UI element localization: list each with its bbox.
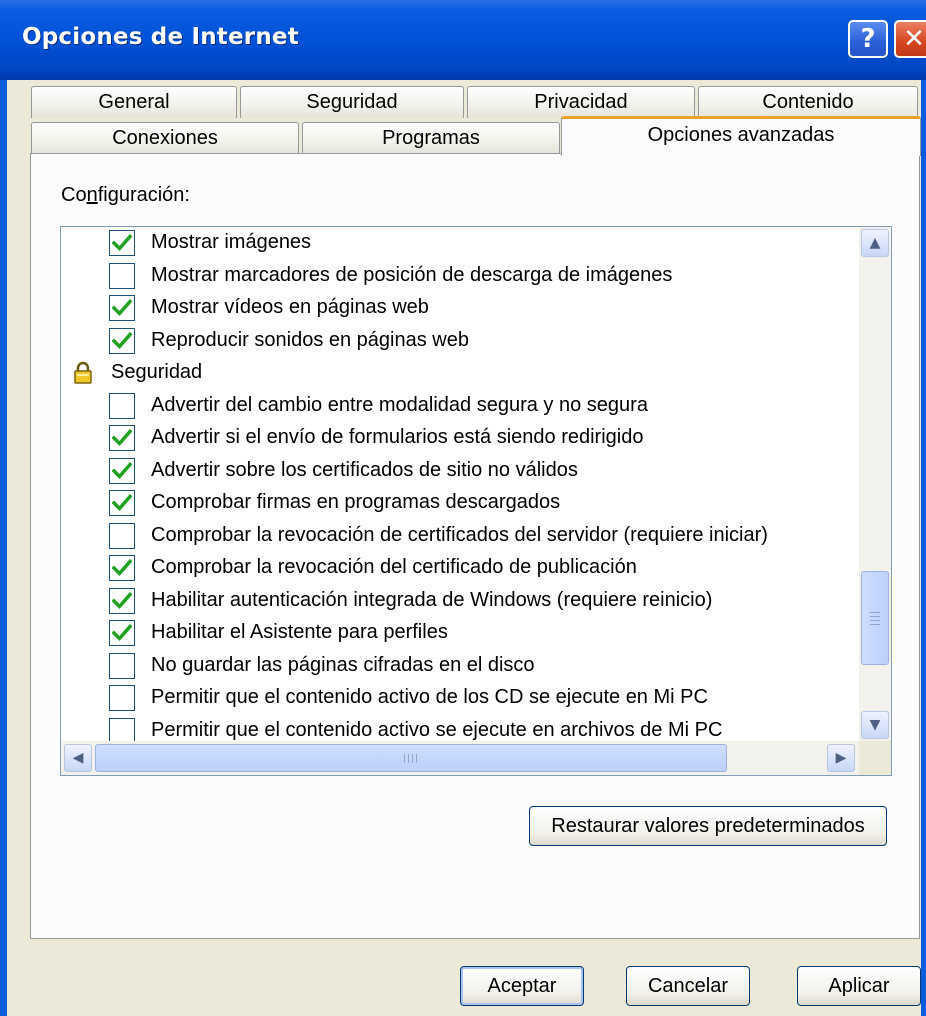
tab-conexiones[interactable]: Conexiones: [31, 122, 299, 154]
checkbox-checked[interactable]: [109, 555, 135, 581]
check-icon: [112, 429, 132, 447]
chevron-right-icon: ▶: [835, 750, 847, 766]
cancel-button[interactable]: Cancelar: [626, 966, 750, 1006]
scroll-up-button[interactable]: ▲: [861, 229, 889, 257]
setting-label: Comprobar la revocación del certificado …: [151, 556, 637, 578]
setting-label: Permitir que el contenido activo de los …: [151, 686, 708, 708]
tab-programas[interactable]: Programas: [302, 122, 560, 154]
vertical-scroll-thumb[interactable]: [861, 571, 889, 665]
chevron-up-icon: ▲: [869, 235, 881, 251]
check-icon: [112, 591, 132, 609]
grip-line: [416, 754, 417, 763]
setting-label: Advertir del cambio entre modalidad segu…: [151, 393, 648, 416]
checkbox-unchecked[interactable]: [109, 392, 135, 419]
setting-label: Comprobar firmas en programas descargado…: [151, 491, 561, 513]
vertical-scrollbar[interactable]: ▲ ▼: [859, 227, 891, 741]
grip-line: [870, 612, 880, 613]
checkbox-checked[interactable]: [109, 425, 135, 451]
help-button[interactable]: ?: [848, 20, 888, 58]
checkbox-checked[interactable]: [109, 327, 135, 354]
setting-label: Mostrar imágenes: [151, 231, 312, 253]
setting-label: Advertir sobre los certificados de sitio…: [151, 458, 578, 481]
ok-button[interactable]: Aceptar: [460, 966, 584, 1006]
ok-label: Aceptar: [487, 974, 557, 997]
cancel-label: Cancelar: [647, 974, 729, 997]
setting-label: Comprobar la revocación de certificados …: [151, 523, 768, 546]
grip-line: [870, 620, 880, 621]
apply-button[interactable]: Aplicar: [797, 966, 921, 1006]
tab-opciones-avanzadas[interactable]: Opciones avanzadas: [561, 116, 921, 156]
checkbox-checked[interactable]: [109, 587, 135, 614]
scroll-left-button[interactable]: ◀: [64, 744, 92, 772]
check-icon: [112, 299, 132, 317]
title-bar[interactable]: Opciones de Internet ? ✕: [0, 0, 926, 80]
advanced-options-panel: Configuración: Mostrar imágenes Mostrar m…: [30, 153, 920, 939]
scroll-right-button[interactable]: ▶: [827, 744, 855, 772]
checkbox-unchecked[interactable]: [109, 652, 135, 679]
setting-label: No guardar las páginas cifradas en el di…: [151, 653, 535, 676]
tab-label: General: [98, 91, 170, 113]
window-title: Opciones de Internet: [22, 24, 299, 50]
tab-label: Conexiones: [112, 127, 218, 149]
close-button[interactable]: ✕: [894, 20, 926, 58]
restore-defaults-button[interactable]: Restaurar valores predeterminados: [529, 806, 887, 846]
configuration-label: Configuración:: [61, 184, 190, 206]
help-icon: ?: [860, 24, 876, 54]
checkbox-unchecked[interactable]: [109, 522, 135, 549]
check-icon: [112, 234, 132, 252]
horizontal-scrollbar[interactable]: ◀ ▶: [61, 741, 891, 775]
category-label: Seguridad: [111, 361, 203, 383]
chevron-left-icon: ◀: [72, 750, 84, 766]
setting-label: Habilitar autenticación integrada de Win…: [151, 588, 713, 611]
tab-label: Seguridad: [306, 91, 398, 113]
grip-line: [870, 616, 880, 617]
check-icon: [112, 331, 132, 349]
setting-label: Mostrar marcadores de posición de descar…: [151, 263, 673, 286]
scroll-down-button[interactable]: ▼: [861, 711, 889, 739]
checkbox-checked[interactable]: [109, 457, 135, 484]
window-frame-right: [921, 80, 926, 1016]
setting-label: Mostrar vídeos en páginas web: [151, 296, 429, 318]
tab-seguridad[interactable]: Seguridad: [240, 86, 464, 118]
grip-line: [870, 624, 880, 625]
chevron-down-icon: ▼: [869, 717, 881, 733]
check-icon: [112, 624, 132, 642]
setting-label: Habilitar el Asistente para perfiles: [151, 621, 448, 643]
scrollbar-corner: [859, 741, 891, 775]
tab-label: Programas: [382, 127, 480, 149]
checkbox-unchecked[interactable]: [109, 717, 135, 744]
tab-label: Privacidad: [534, 91, 628, 113]
tab-privacidad[interactable]: Privacidad: [467, 86, 695, 118]
tab-general[interactable]: General: [31, 86, 237, 118]
apply-label: Aplicar: [828, 974, 890, 997]
grip-line: [404, 754, 405, 763]
grip-line: [408, 754, 409, 763]
checkbox-checked[interactable]: [109, 295, 135, 321]
window-frame-left: [0, 80, 7, 1016]
checkbox-checked[interactable]: [109, 230, 135, 256]
check-icon: [112, 494, 132, 512]
horizontal-scroll-thumb[interactable]: [95, 744, 727, 772]
checkbox-unchecked[interactable]: [109, 685, 135, 711]
close-icon: ✕: [903, 24, 925, 54]
restore-defaults-label: Restaurar valores predeterminados: [551, 814, 865, 837]
grip-line: [412, 754, 413, 763]
setting-label: Permitir que el contenido activo se ejec…: [151, 718, 723, 741]
checkbox-checked[interactable]: [109, 620, 135, 646]
setting-label: Reproducir sonidos en páginas web: [151, 328, 469, 351]
check-icon: [112, 461, 132, 479]
tab-contenido[interactable]: Contenido: [698, 86, 918, 118]
check-icon: [112, 559, 132, 577]
settings-list[interactable]: Mostrar imágenes Mostrar marcadores de po…: [60, 226, 892, 776]
checkbox-unchecked[interactable]: [109, 262, 135, 289]
tab-label: Contenido: [762, 91, 854, 113]
checkbox-checked[interactable]: [109, 490, 135, 516]
tab-label: Opciones avanzadas: [647, 124, 835, 146]
setting-label: Advertir si el envío de formularios está…: [151, 426, 644, 448]
lock-icon: [73, 361, 93, 391]
